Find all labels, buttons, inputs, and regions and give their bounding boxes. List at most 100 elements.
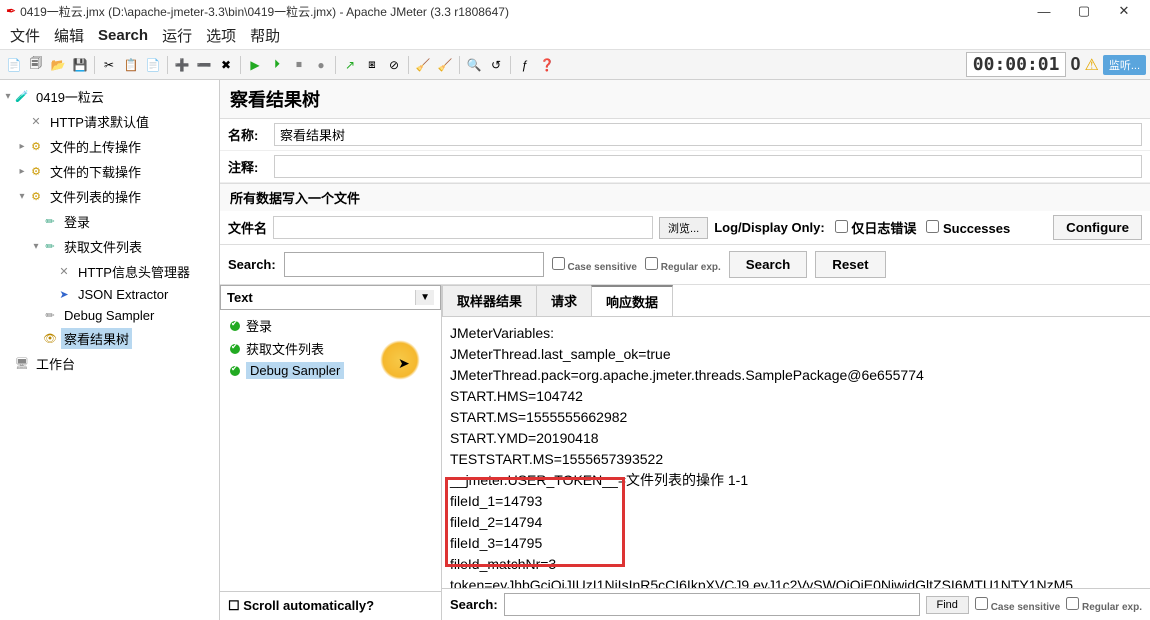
thread-counter: 0 bbox=[1070, 54, 1080, 75]
response-search-label: Search: bbox=[450, 597, 498, 612]
response-line: JMeterThread.last_sample_ok=true bbox=[450, 344, 1142, 365]
remote-stop-icon[interactable]: ⧆ bbox=[362, 55, 382, 75]
response-search-input[interactable] bbox=[504, 593, 920, 616]
warning-icon[interactable]: ⚠ bbox=[1084, 55, 1098, 75]
response-line: fileId_3=14795 bbox=[450, 533, 1142, 554]
tab-request[interactable]: 请求 bbox=[536, 285, 592, 316]
log-display-label: Log/Display Only: bbox=[714, 220, 825, 235]
start-icon[interactable]: ▶ bbox=[245, 55, 265, 75]
shutdown-icon[interactable]: ● bbox=[311, 55, 331, 75]
tab-sampler-result[interactable]: 取样器结果 bbox=[442, 285, 537, 316]
tree-get-filelist[interactable]: ▾✏获取文件列表 bbox=[2, 234, 217, 259]
response-tabs: 取样器结果 请求 响应数据 bbox=[442, 285, 1150, 317]
menu-edit[interactable]: 编辑 bbox=[54, 25, 84, 46]
start-no-pause-icon[interactable]: ⏵ bbox=[267, 55, 287, 75]
filename-input[interactable] bbox=[273, 216, 653, 239]
successes-checkbox[interactable]: Successes bbox=[926, 220, 1010, 236]
tree-json-extractor[interactable]: ➤JSON Extractor bbox=[2, 284, 217, 305]
response-case-checkbox[interactable]: Case sensitive bbox=[975, 597, 1060, 613]
function-icon[interactable]: ƒ bbox=[515, 55, 535, 75]
cut-icon[interactable]: ✂ bbox=[99, 55, 119, 75]
response-line: JMeterVariables: bbox=[450, 323, 1142, 344]
reset-button[interactable]: Reset bbox=[815, 251, 885, 278]
configure-button[interactable]: Configure bbox=[1053, 215, 1142, 240]
panel-title: 察看结果树 bbox=[220, 80, 1150, 119]
toggle-icon[interactable]: ✖ bbox=[216, 55, 236, 75]
tree-download-group[interactable]: ▸⚙文件的下载操作 bbox=[2, 159, 217, 184]
menu-options[interactable]: 选项 bbox=[206, 25, 236, 46]
search-label: Search: bbox=[228, 257, 276, 272]
renderer-dropdown[interactable]: Text▼ bbox=[220, 285, 441, 310]
window-title: 0419一粒云.jmx (D:\apache-jmeter-3.3\bin\04… bbox=[20, 3, 509, 20]
tree-http-defaults[interactable]: ✕HTTP请求默认值 bbox=[2, 109, 217, 134]
tree-root[interactable]: ▾🧪0419一粒云 bbox=[2, 84, 217, 109]
response-search-bar: Search: Find Case sensitive Regular exp. bbox=[442, 588, 1150, 620]
help-icon[interactable]: ❓ bbox=[537, 55, 557, 75]
tree-results-tree[interactable]: 👁察看结果树 bbox=[2, 326, 217, 351]
response-line: START.YMD=20190418 bbox=[450, 428, 1142, 449]
success-icon bbox=[230, 344, 240, 354]
success-icon bbox=[230, 321, 240, 331]
search-input[interactable] bbox=[284, 252, 544, 277]
menu-file[interactable]: 文件 bbox=[10, 25, 40, 46]
tree-header-manager[interactable]: ✕HTTP信息头管理器 bbox=[2, 259, 217, 284]
tree-filelist-group[interactable]: ▾⚙文件列表的操作 bbox=[2, 184, 217, 209]
browse-button[interactable]: 浏览... bbox=[659, 217, 708, 239]
response-line: TESTSTART.MS=1555657393522 bbox=[450, 449, 1142, 470]
menu-help[interactable]: 帮助 bbox=[250, 25, 280, 46]
samples-tree: Text▼ 登录 获取文件列表 Debug Sampler ➤ ☐ Scroll… bbox=[220, 285, 442, 620]
elapsed-timer: 00:00:01 bbox=[966, 52, 1067, 77]
clear-all-icon[interactable]: 🧹 bbox=[435, 55, 455, 75]
close-button[interactable]: ✕ bbox=[1104, 3, 1144, 19]
clear-icon[interactable]: 🧹 bbox=[413, 55, 433, 75]
remote-shutdown-icon[interactable]: ⊘ bbox=[384, 55, 404, 75]
minimize-button[interactable]: — bbox=[1024, 4, 1064, 19]
new-icon[interactable]: 📄 bbox=[4, 55, 24, 75]
tree-upload-group[interactable]: ▸⚙文件的上传操作 bbox=[2, 134, 217, 159]
search-icon[interactable]: 🔍 bbox=[464, 55, 484, 75]
response-line: fileId_2=14794 bbox=[450, 512, 1142, 533]
response-line: __jmeter.USER_TOKEN__=文件列表的操作 1-1 bbox=[450, 470, 1142, 491]
title-bar: ✒ 0419一粒云.jmx (D:\apache-jmeter-3.3\bin\… bbox=[0, 0, 1150, 22]
tab-response-data[interactable]: 响应数据 bbox=[591, 285, 673, 316]
response-line: token=eyJhbGciOiJIUzI1NiIsInR5cCI6IkpXVC… bbox=[450, 575, 1142, 588]
response-line: fileId_1=14793 bbox=[450, 491, 1142, 512]
sample-item[interactable]: Debug Sampler bbox=[220, 360, 441, 381]
response-line: START.MS=1555555662982 bbox=[450, 407, 1142, 428]
expand-icon[interactable]: ➕ bbox=[172, 55, 192, 75]
reset-search-icon[interactable]: ↺ bbox=[486, 55, 506, 75]
filename-label: 文件名 bbox=[228, 218, 267, 237]
search-button[interactable]: Search bbox=[729, 251, 807, 278]
response-regex-checkbox[interactable]: Regular exp. bbox=[1066, 597, 1142, 613]
sample-item[interactable]: 登录 bbox=[220, 314, 441, 337]
status-badge[interactable]: 监听... bbox=[1103, 55, 1146, 75]
find-button[interactable]: Find bbox=[926, 596, 969, 614]
save-icon[interactable]: 💾 bbox=[70, 55, 90, 75]
regex-checkbox[interactable]: Regular exp. bbox=[645, 257, 721, 273]
collapse-icon[interactable]: ➖ bbox=[194, 55, 214, 75]
success-icon bbox=[230, 366, 240, 376]
errors-only-checkbox[interactable]: 仅日志错误 bbox=[835, 218, 917, 237]
template-icon[interactable]: 🗐 bbox=[26, 55, 46, 75]
test-plan-tree[interactable]: ▾🧪0419一粒云 ✕HTTP请求默认值 ▸⚙文件的上传操作 ▸⚙文件的下载操作… bbox=[0, 80, 220, 620]
tree-workbench[interactable]: 🖥工作台 bbox=[2, 351, 217, 376]
case-sensitive-checkbox[interactable]: Case sensitive bbox=[552, 257, 637, 273]
results-panel: 察看结果树 名称: 注释: 所有数据写入一个文件 文件名 浏览... Log/D… bbox=[220, 80, 1150, 620]
maximize-button[interactable]: ▢ bbox=[1064, 3, 1104, 19]
tree-debug-sampler[interactable]: ✏Debug Sampler bbox=[2, 305, 217, 326]
file-section-label: 所有数据写入一个文件 bbox=[220, 183, 1150, 211]
comment-input[interactable] bbox=[274, 155, 1142, 178]
toolbar: 📄 🗐 📂 💾 ✂ 📋 📄 ➕ ➖ ✖ ▶ ⏵ ⏹ ● ↗ ⧆ ⊘ 🧹 🧹 🔍 … bbox=[0, 50, 1150, 80]
open-icon[interactable]: 📂 bbox=[48, 55, 68, 75]
scroll-auto-checkbox[interactable]: ☐ Scroll automatically? bbox=[220, 591, 441, 620]
remote-start-icon[interactable]: ↗ bbox=[340, 55, 360, 75]
sample-item[interactable]: 获取文件列表 bbox=[220, 337, 441, 360]
response-body[interactable]: JMeterVariables: JMeterThread.last_sampl… bbox=[442, 317, 1150, 588]
stop-icon[interactable]: ⏹ bbox=[289, 55, 309, 75]
paste-icon[interactable]: 📄 bbox=[143, 55, 163, 75]
menu-run[interactable]: 运行 bbox=[162, 25, 192, 46]
copy-icon[interactable]: 📋 bbox=[121, 55, 141, 75]
tree-login[interactable]: ✏登录 bbox=[2, 209, 217, 234]
menu-search[interactable]: Search bbox=[98, 27, 148, 44]
name-input[interactable] bbox=[274, 123, 1142, 146]
